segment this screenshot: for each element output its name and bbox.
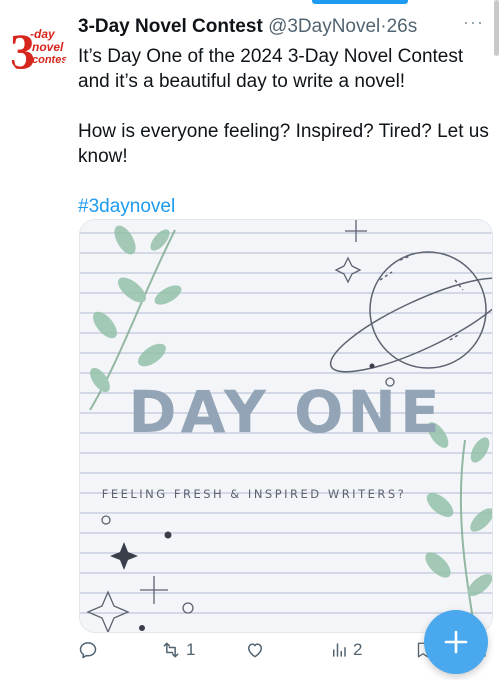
svg-text:novel: novel	[32, 40, 64, 54]
like-button[interactable]	[245, 640, 265, 660]
retweet-button[interactable]: 1	[160, 640, 195, 660]
svg-text:contest: contest	[32, 54, 68, 66]
tweet-line-2: How is everyone feeling? Inspired? Tired…	[78, 121, 489, 167]
views-count: 2	[353, 640, 363, 659]
tweet-line-1: It’s Day One of the 2024 3-Day Novel Con…	[78, 46, 464, 92]
views-icon	[333, 643, 346, 657]
retweet-count: 1	[186, 640, 196, 659]
tweet-header: 3-Day Novel Contest @3DayNovel·26s	[78, 16, 417, 38]
compose-plus-icon	[444, 630, 468, 654]
contest-logo: 3 -day novel contest	[10, 23, 68, 78]
svg-text:-day: -day	[30, 27, 56, 41]
retweet-icon	[163, 642, 179, 658]
author-name[interactable]: 3-Day Novel Contest	[78, 16, 263, 37]
views-button[interactable]: 2	[330, 640, 362, 660]
tweet-image[interactable]: DAY ONE FEELING FRESH & INSPIRED WRITERS…	[79, 219, 493, 633]
like-icon	[248, 643, 262, 658]
reply-icon	[79, 642, 97, 659]
graphic-subtitle: FEELING FRESH & INSPIRED WRITERS?	[102, 487, 407, 501]
graphic-title: DAY ONE	[128, 378, 443, 446]
author-handle[interactable]: @3DayNovel	[268, 16, 380, 37]
compose-button[interactable]	[424, 610, 488, 674]
avatar[interactable]: 3 -day novel contest	[8, 18, 68, 78]
timestamp[interactable]: 26s	[387, 16, 418, 37]
tweet-text: It’s Day One of the 2024 3-Day Novel Con…	[78, 44, 498, 219]
day-one-graphic: DAY ONE FEELING FRESH & INSPIRED WRITERS…	[80, 220, 492, 632]
reply-button[interactable]	[78, 640, 98, 660]
more-options-icon[interactable]: ···	[463, 12, 484, 33]
tab-indicator	[312, 0, 408, 4]
hashtag-link[interactable]: #3daynovel	[78, 194, 498, 219]
